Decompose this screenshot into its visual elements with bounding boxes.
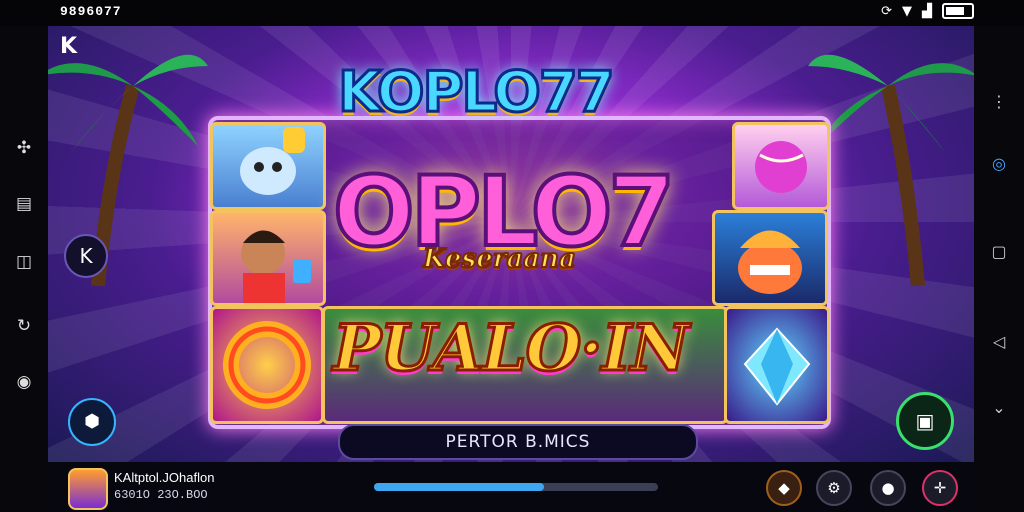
location-icon[interactable]: ●	[870, 470, 906, 506]
chat-icon[interactable]: ◫	[14, 252, 34, 272]
ring-icon	[223, 321, 311, 409]
side-k-button[interactable]: K	[64, 234, 108, 278]
settings-icon[interactable]: ◉	[14, 372, 34, 392]
ball-icon	[755, 141, 807, 193]
badge-icon: ⬢	[84, 411, 100, 432]
battery-icon	[942, 3, 974, 19]
wifi-icon: ▼	[902, 3, 912, 19]
diamond-icon	[743, 327, 811, 406]
status-icons: ⟳ ▼ ▟	[881, 3, 974, 19]
left-toolbar: ✣ ▤ ◫ ↻ ◉	[0, 26, 48, 512]
back-button[interactable]: K	[60, 34, 77, 59]
bottom-bar: KAltptol.JOhaflon 6301O 23O.BOO ◆ ⚙ ● ✛	[48, 462, 974, 512]
avatar[interactable]	[68, 468, 108, 510]
record-icon[interactable]: ◎	[989, 154, 1009, 174]
bonus-bar[interactable]: PERTOR B.MICS	[338, 424, 698, 460]
back-triangle-icon[interactable]: ◁	[989, 332, 1009, 352]
menu-icon[interactable]: ⋮	[989, 92, 1009, 112]
player-name: KAltptol.JOhaflon	[114, 470, 215, 485]
puzzle-icon[interactable]: ✣	[14, 138, 34, 158]
fruit-icon[interactable]: ◆	[766, 470, 802, 506]
refresh-icon[interactable]: ↻	[14, 316, 34, 336]
chevron-down-icon[interactable]: ⌄	[989, 398, 1009, 418]
game-screen[interactable]: K KOPLO77 OPLO7 Keseraana PUALO·IN K ⬢ ▣…	[48, 26, 974, 462]
reel-tile-character	[210, 210, 326, 306]
robot-icon: ▣	[915, 409, 935, 433]
game-title-bottom: PUALO·IN	[331, 310, 690, 388]
game-subtitle: Keseraana	[422, 243, 577, 275]
progress-fill	[374, 483, 545, 491]
reel-tile-gem	[732, 122, 830, 210]
reel-tile-monster	[712, 210, 828, 306]
right-round-button[interactable]: ▣	[896, 392, 954, 450]
monster-icon	[738, 230, 802, 294]
creature-icon	[240, 127, 305, 195]
reel-tile-ring	[210, 306, 324, 424]
reel-tile-diamond	[724, 306, 830, 424]
left-round-button[interactable]: ⬢	[68, 398, 116, 446]
signal-icon: ▟	[922, 3, 932, 19]
home-icon[interactable]: ▢	[989, 242, 1009, 262]
character-icon	[241, 230, 311, 303]
reel-tile-creature	[210, 122, 326, 210]
book-icon[interactable]: ▤	[14, 194, 34, 214]
status-bar: 9896077 ⟳ ▼ ▟	[0, 0, 1024, 26]
palm-tree-right	[808, 54, 974, 286]
status-time: 9896077	[60, 4, 122, 19]
system-nav-bar: ⋮ ◎ ▢ ◁ ⌄	[974, 26, 1024, 512]
compass-icon[interactable]: ✛	[922, 470, 958, 506]
player-number: 6301O 23O.BOO	[114, 488, 208, 502]
game-title-top: KOPLO77	[337, 59, 617, 127]
progress-bar	[374, 483, 658, 491]
sync-icon: ⟳	[881, 3, 892, 19]
share-icon[interactable]: ⚙	[816, 470, 852, 506]
